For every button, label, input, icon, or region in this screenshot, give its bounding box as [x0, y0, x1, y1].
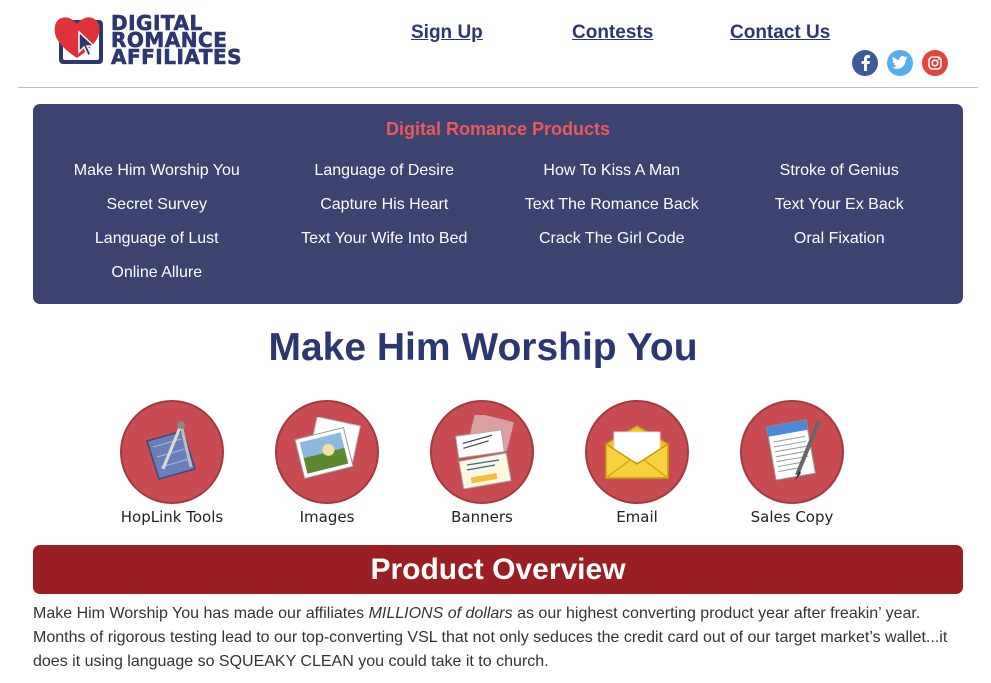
product-link[interactable]: Oral Fixation: [726, 228, 954, 250]
tool-label: Images: [299, 508, 355, 526]
nav-contests-link[interactable]: Contests: [572, 22, 653, 44]
tool-label: HopLink Tools: [120, 508, 224, 526]
tool-label: Email: [616, 508, 658, 526]
social-links: [852, 50, 948, 76]
overview-text-part: Make Him Worship You has made our affili…: [33, 605, 369, 622]
hoplink-tools-button[interactable]: HopLink Tools: [110, 400, 234, 526]
product-link[interactable]: Secret Survey: [43, 194, 271, 216]
product-link[interactable]: How To Kiss A Man: [498, 160, 726, 182]
sales-copy-button[interactable]: Sales Copy: [730, 400, 854, 526]
site-header: DIGITAL ROMANCE AFFILIATES Sign Up Conte…: [18, 0, 978, 88]
logo-line-3: AFFILIATES: [111, 44, 243, 69]
product-overview-header: Product Overview: [33, 545, 963, 594]
email-button[interactable]: Email: [575, 400, 699, 526]
main-nav: Sign Up Contests Contact Us: [18, 22, 978, 46]
banners-button[interactable]: Banners: [420, 400, 544, 526]
product-link[interactable]: Text Your Ex Back: [726, 194, 954, 216]
product-link[interactable]: Crack The Girl Code: [498, 228, 726, 250]
text-document-icon: [740, 400, 844, 504]
tool-label: Sales Copy: [750, 508, 834, 526]
product-overview-title: Product Overview: [370, 552, 626, 586]
drafting-compass-icon: [120, 400, 224, 504]
facebook-icon[interactable]: [852, 50, 878, 76]
product-link[interactable]: Stroke of Genius: [726, 160, 954, 182]
product-link[interactable]: Text The Romance Back: [498, 194, 726, 216]
product-link[interactable]: Language of Lust: [43, 228, 271, 250]
page-title: Make Him Worship You: [268, 326, 698, 369]
product-link[interactable]: Text Your Wife Into Bed: [271, 228, 499, 250]
product-overview-text: Make Him Worship You has made our affili…: [33, 602, 973, 674]
product-link[interactable]: Language of Desire: [271, 160, 499, 182]
tools-row: HopLink Tools Images Banners Email Sales…: [110, 400, 860, 530]
photos-icon: [275, 400, 379, 504]
envelope-icon: [585, 400, 689, 504]
banner-stack-icon: [430, 400, 534, 504]
products-grid: Make Him Worship You Language of Desire …: [43, 160, 953, 284]
products-title: Digital Romance Products: [385, 119, 611, 139]
product-link[interactable]: Make Him Worship You: [43, 160, 271, 182]
overview-text-emphasis: MILLIONS of dollars: [368, 605, 513, 622]
product-link[interactable]: Capture His Heart: [271, 194, 499, 216]
images-button[interactable]: Images: [265, 400, 389, 526]
instagram-icon[interactable]: [922, 50, 948, 76]
twitter-icon[interactable]: [887, 50, 913, 76]
tool-label: Banners: [451, 508, 513, 526]
products-panel: Digital Romance Products Make Him Worshi…: [33, 104, 963, 304]
nav-contact-us-link[interactable]: Contact Us: [730, 22, 830, 44]
nav-sign-up-link[interactable]: Sign Up: [411, 22, 483, 44]
product-link[interactable]: Online Allure: [43, 262, 271, 284]
